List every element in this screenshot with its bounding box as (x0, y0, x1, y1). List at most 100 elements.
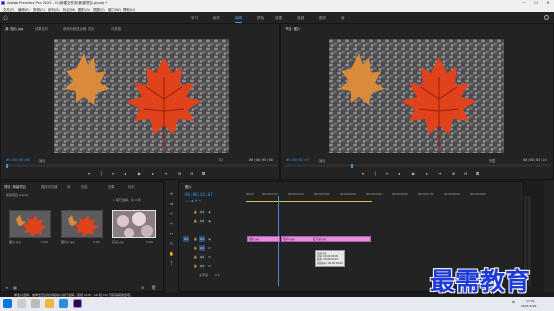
timeline-scrollbar[interactable] (544, 181, 554, 292)
lock-icon[interactable]: 🔒 (193, 219, 198, 224)
program-fit-select[interactable]: 适合 (319, 158, 325, 163)
extract-icon[interactable]: ⊟ (464, 171, 467, 176)
workspace-libraries[interactable]: 库 (341, 16, 345, 21)
selection-tool-icon[interactable]: ➤ (169, 191, 174, 196)
tab-libraries[interactable]: 库 (67, 184, 70, 189)
mute-icon[interactable]: M (207, 264, 212, 269)
eye-icon[interactable]: ◉ (207, 237, 212, 242)
source-fit-select[interactable]: 适合 (39, 158, 45, 163)
track-a1[interactable]: A1 (199, 245, 205, 251)
slip-tool-icon[interactable]: ↔ (169, 231, 174, 236)
go-to-in-icon[interactable]: ⇤ (386, 171, 389, 176)
step-forward-icon[interactable]: ▸ (152, 171, 154, 176)
timeline-clip[interactable]: 图片.jpg (247, 236, 280, 242)
project-item-name[interactable]: 图片2.jpg (61, 240, 75, 244)
tab-effect-controls[interactable]: 效果控件 (35, 26, 48, 31)
export-frame-icon[interactable]: ◘ (476, 171, 479, 176)
mark-in-icon[interactable]: ▾ (362, 171, 364, 176)
track-v1[interactable]: V1 (199, 236, 205, 242)
project-item-name[interactable]: 图片.jpg (9, 240, 21, 244)
workspace-graphics[interactable]: 图形 (319, 16, 326, 21)
hand-tool-icon[interactable]: ✋ (169, 251, 174, 256)
source-scrubber[interactable] (5, 164, 277, 167)
lock-icon[interactable]: 🔒 (193, 237, 198, 242)
eye-icon[interactable]: ◉ (207, 210, 212, 215)
type-tool-icon[interactable]: T (169, 261, 174, 266)
start-icon[interactable] (3, 299, 12, 308)
source-playhead[interactable] (6, 163, 8, 168)
lock-icon[interactable]: 🔒 (193, 255, 198, 260)
step-forward-icon[interactable]: ▸ (426, 171, 428, 176)
new-item-icon[interactable]: ⊕ (141, 285, 144, 290)
search-icon[interactable] (17, 299, 26, 308)
project-item-name[interactable]: 花朵.jpg (112, 240, 124, 244)
source-patch-v1[interactable]: V1 (183, 236, 189, 242)
ripple-edit-tool-icon[interactable]: ⇹ (169, 211, 174, 216)
track-a3[interactable]: A3 (199, 263, 205, 269)
program-resolution-select[interactable]: 完整 (489, 158, 495, 163)
lock-icon[interactable]: 🔒 (193, 264, 198, 269)
work-area-bar[interactable] (246, 201, 372, 202)
project-item-thumbnail[interactable] (112, 210, 156, 238)
icon-view-icon[interactable]: ▦ (13, 285, 17, 290)
clock-date[interactable]: 2021/5/26 (521, 304, 536, 308)
workspace-learn[interactable]: 学习 (191, 16, 198, 21)
mute-icon[interactable]: M (207, 246, 212, 251)
task-view-icon[interactable] (31, 299, 40, 308)
export-frame-icon[interactable]: ◘ (202, 171, 205, 176)
lock-icon[interactable]: 🔒 (193, 210, 198, 215)
timeline-timecode[interactable]: 00;00;01;07 (185, 192, 213, 197)
play-icon[interactable]: ▶ (138, 171, 141, 176)
tab-effects[interactable]: 效果 (108, 184, 115, 189)
source-resolution-select[interactable]: 1/2 (218, 158, 223, 162)
razor-tool-icon[interactable]: ✂ (169, 221, 174, 226)
step-back-icon[interactable]: ◂ (398, 171, 400, 176)
browser-icon[interactable] (59, 299, 68, 308)
tab-sequence[interactable]: 图片 (185, 184, 192, 189)
workspace-editing[interactable]: 编辑 (235, 16, 243, 23)
lift-icon[interactable]: ⊞ (452, 171, 455, 176)
workspace-assembly[interactable]: 组件 (213, 16, 220, 21)
pen-tool-icon[interactable]: ✎ (169, 241, 174, 246)
program-timecode[interactable]: 00;00;01;07 (286, 158, 310, 162)
file-explorer-icon[interactable] (45, 299, 54, 308)
timeline-clip[interactable]: 花朵.jpg (314, 236, 371, 242)
go-to-out-icon[interactable]: ⇥ (164, 171, 167, 176)
project-item-thumbnail[interactable] (61, 210, 103, 238)
source-timecode[interactable]: 00;00;00;00 (6, 158, 30, 162)
home-icon[interactable] (3, 15, 8, 20)
tab-metadata[interactable]: 元数据 (111, 26, 121, 31)
program-scrubber[interactable] (285, 164, 551, 167)
go-to-out-icon[interactable]: ⇥ (438, 171, 441, 176)
mute-icon[interactable]: M (207, 255, 212, 260)
mark-in-icon[interactable]: ▾ (88, 171, 90, 176)
list-view-icon[interactable]: ≡ (5, 285, 8, 290)
lock-icon[interactable]: 🔒 (193, 246, 198, 251)
overwrite-icon[interactable]: ⊟ (190, 171, 193, 176)
tab-info[interactable]: 信息 (81, 184, 88, 189)
mark-out-icon[interactable]: { (374, 171, 377, 176)
tab-project[interactable]: 项目: 新建项目 (4, 184, 26, 189)
track-select-tool-icon[interactable]: ⇉ (169, 201, 174, 206)
workspace-effects[interactable]: 效果 (275, 16, 282, 21)
step-back-icon[interactable]: ◂ (124, 171, 126, 176)
mark-out-icon[interactable]: { (100, 171, 103, 176)
tab-markers[interactable]: 标记 (128, 184, 135, 189)
tab-source[interactable]: 源: 图片.jpg (5, 26, 23, 31)
premiere-taskbar-icon[interactable] (73, 299, 82, 308)
project-item-thumbnail[interactable] (9, 210, 51, 238)
workspace-audio[interactable]: 音频 (297, 16, 304, 21)
track-a2[interactable]: A2 (199, 254, 205, 260)
tab-audio-clip-mixer[interactable]: 音频剪辑混合器: 图片 (63, 26, 95, 31)
tab-media-browser[interactable]: 媒体浏览器 (41, 184, 57, 189)
track-v3[interactable]: V3 (199, 209, 205, 215)
tab-program[interactable]: 节目: 图片 (285, 26, 300, 31)
workspace-color[interactable]: 颜色 (257, 16, 264, 21)
master-volume[interactable]: 0.0 (215, 273, 220, 277)
ime-indicator[interactable]: 中 (512, 300, 515, 304)
timeline-snap-icon[interactable]: ⟂ ⌁ ◆ ⚑ ✎ (185, 199, 201, 203)
track-v2[interactable]: V2 (199, 218, 205, 224)
delete-icon[interactable]: 🗑 (151, 285, 156, 290)
insert-icon[interactable]: ⊞ (178, 171, 181, 176)
program-playhead[interactable] (351, 163, 353, 168)
